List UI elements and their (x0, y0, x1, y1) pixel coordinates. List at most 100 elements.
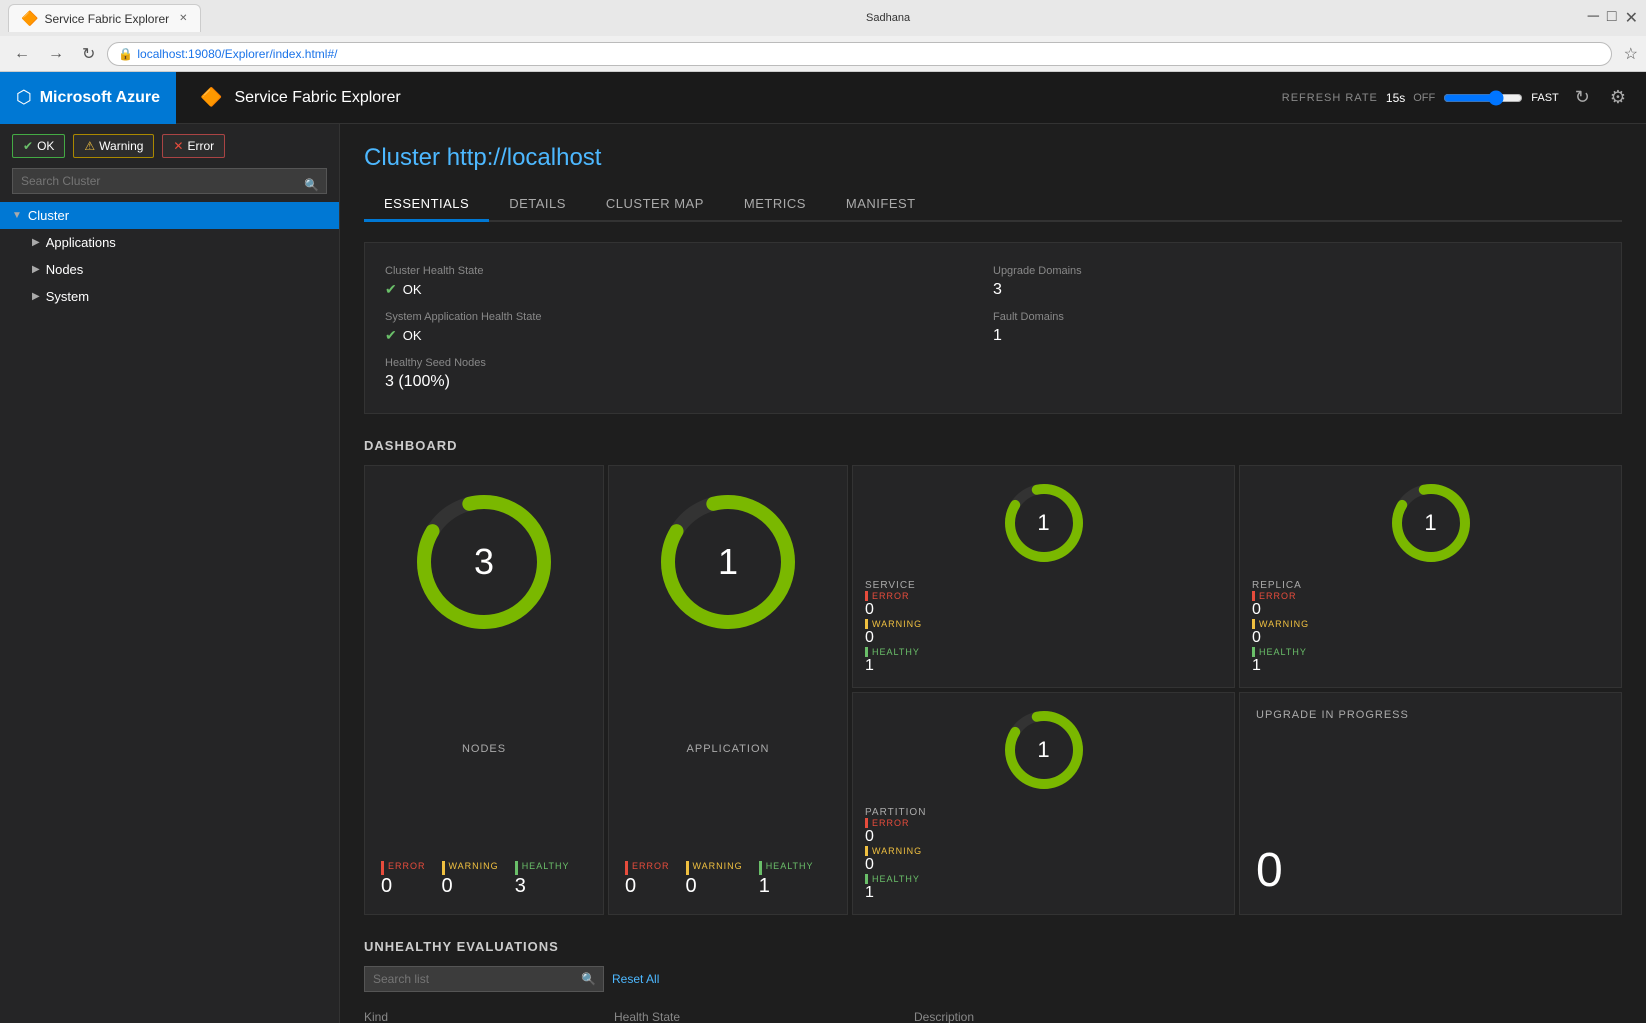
sidebar-filter-buttons: ✔ OK ⚠ Warning ✕ Error (0, 124, 339, 168)
replicas-healthy-label: HEALTHY (1259, 647, 1307, 657)
tab-details[interactable]: DETAILS (489, 188, 586, 222)
app-healthy-label: HEALTHY (766, 861, 814, 871)
tab-metrics[interactable]: METRICS (724, 188, 826, 222)
description-header: Description (914, 1010, 1622, 1023)
fault-domains-value: 1 (993, 327, 1601, 345)
browser-username: Sadhana (866, 12, 910, 24)
forward-button[interactable]: → (42, 43, 70, 65)
replicas-info: REPLICA ERROR 0 WARNING (1252, 580, 1609, 675)
ok-filter-button[interactable]: ✔ OK (12, 134, 65, 158)
tab-icon: 🔶 (21, 10, 38, 27)
replicas-card: 1 REPLICA ERROR 0 (1239, 465, 1622, 688)
browser-toolbar: ← → ↻ 🔒 localhost:19080/Explorer/index.h… (0, 36, 1646, 72)
partitions-count: 1 (1037, 737, 1049, 763)
refresh-icon-button[interactable]: ↻ (1571, 87, 1594, 108)
system-app-health-value: ✔ OK (385, 327, 993, 344)
upgrade-domains-value: 3 (993, 281, 1601, 299)
error-icon: ✕ (173, 139, 183, 153)
cluster-health-state-value: ✔ OK (385, 281, 993, 298)
unhealthy-title: UNHEALTHY EVALUATIONS (364, 939, 1622, 954)
settings-icon-button[interactable]: ⚙ (1606, 87, 1630, 108)
tab-essentials[interactable]: ESSENTIALS (364, 188, 489, 222)
app-healthy-value: 1 (759, 875, 814, 898)
browser-chrome: 🔶 Service Fabric Explorer ✕ Sadhana ─ □ … (0, 0, 1646, 72)
unhealthy-table-header: Kind Health State Description (364, 1004, 1622, 1023)
partitions-warning-label: WARNING (872, 846, 922, 856)
tree-item-cluster[interactable]: ▼ Cluster (0, 202, 339, 229)
replicas-donut-center: 1 (1424, 510, 1436, 536)
replicas-label: REPLICA (1252, 580, 1609, 591)
unhealthy-search-input[interactable] (364, 966, 604, 992)
tab-close-button[interactable]: ✕ (179, 13, 187, 24)
nodes-error-bar (381, 861, 384, 875)
app-error-value: 0 (625, 875, 670, 898)
reset-all-button[interactable]: Reset All (612, 972, 659, 986)
services-info: SERVICE ERROR 0 WARNING (865, 580, 1222, 675)
services-error-label: ERROR (872, 591, 910, 601)
refresh-button[interactable]: ↻ (76, 42, 101, 66)
sidebar-search-input[interactable] (12, 168, 327, 194)
services-count: 1 (1037, 510, 1049, 536)
warning-filter-button[interactable]: ⚠ Warning (73, 134, 154, 158)
applications-donut-container: 1 (625, 482, 831, 642)
partitions-healthy-row: HEALTHY (865, 874, 1222, 884)
refresh-off-label: OFF (1413, 92, 1435, 104)
filter-search-wrapper: 🔍 (364, 966, 604, 992)
system-app-health-label: System Application Health State (385, 311, 993, 323)
nodes-warning-bar (442, 861, 445, 875)
partitions-stats: ERROR 0 WARNING 0 HEALTHY (865, 818, 1222, 902)
cluster-label: Cluster (28, 208, 69, 223)
cluster-title: Cluster http://localhost (364, 144, 1622, 172)
tree-item-nodes[interactable]: ▶ Nodes (0, 256, 339, 283)
error-filter-button[interactable]: ✕ Error (162, 134, 225, 158)
tab-cluster-map[interactable]: CLUSTER MAP (586, 188, 724, 222)
applications-label: Applications (46, 235, 116, 250)
services-card: 1 SERVICE ERROR 0 (852, 465, 1235, 688)
browser-tab[interactable]: 🔶 Service Fabric Explorer ✕ (8, 4, 201, 32)
nodes-healthy-stat: HEALTHY 3 (515, 861, 570, 898)
refresh-rate-label: REFRESH RATE (1282, 92, 1378, 104)
sidebar-search-container: 🔍 (0, 168, 339, 202)
partitions-info: PARTITION ERROR 0 WARNING (865, 807, 1222, 902)
refresh-slider[interactable] (1443, 90, 1523, 106)
cluster-chevron-icon: ▼ (12, 210, 22, 221)
system-chevron-icon: ▶ (32, 291, 40, 302)
nodes-sublabel: NODES (381, 743, 587, 755)
fault-domains-item: Fault Domains 1 (993, 305, 1601, 351)
refresh-rate-value: 15s (1386, 91, 1405, 105)
nodes-healthy-label: HEALTHY (522, 861, 570, 871)
minimize-button[interactable]: ─ (1588, 8, 1599, 28)
replicas-stats: ERROR 0 WARNING 0 HEALTHY (1252, 591, 1609, 675)
url-text: localhost:19080/Explorer/index.html#/ (137, 47, 337, 61)
services-label: SERVICE (865, 580, 1222, 591)
upgrade-value: 0 (1256, 843, 1605, 898)
replicas-upgrade-column: 1 REPLICA ERROR 0 (1239, 465, 1622, 915)
app-healthy-bar (759, 861, 762, 875)
nodes-warning-label: WARNING (449, 861, 499, 871)
back-button[interactable]: ← (8, 43, 36, 65)
replicas-donut-wrapper: 1 (1252, 478, 1609, 568)
sidebar-search-icon: 🔍 (304, 178, 319, 192)
ok-label: OK (37, 139, 54, 153)
partitions-healthy-value: 1 (865, 884, 874, 901)
nodes-error-value: 0 (381, 875, 426, 898)
lock-icon: 🔒 (118, 47, 133, 61)
healthy-seed-nodes-value: 3 (100%) (385, 373, 993, 391)
address-bar[interactable]: 🔒 localhost:19080/Explorer/index.html#/ (107, 42, 1611, 66)
azure-logo-icon: ⬡ (16, 87, 32, 108)
tree-item-system[interactable]: ▶ System (0, 283, 339, 310)
applications-chevron-icon: ▶ (32, 237, 40, 248)
app-warning-label: WARNING (693, 861, 743, 871)
tree-item-applications[interactable]: ▶ Applications (0, 229, 339, 256)
close-button[interactable]: ✕ (1625, 8, 1638, 28)
services-healthy-bar (865, 647, 868, 657)
warning-label: Warning (99, 139, 143, 153)
azure-logo: ⬡ Microsoft Azure (0, 72, 176, 124)
partitions-donut-center: 1 (1037, 737, 1049, 763)
tab-manifest[interactable]: MANIFEST (826, 188, 936, 222)
nodes-warning-value: 0 (442, 875, 499, 898)
maximize-button[interactable]: □ (1607, 8, 1617, 28)
sidebar: ✔ OK ⚠ Warning ✕ Error 🔍 ▼ Clu (0, 124, 340, 1023)
error-label: Error (187, 139, 214, 153)
bookmark-icon[interactable]: ☆ (1624, 44, 1638, 64)
